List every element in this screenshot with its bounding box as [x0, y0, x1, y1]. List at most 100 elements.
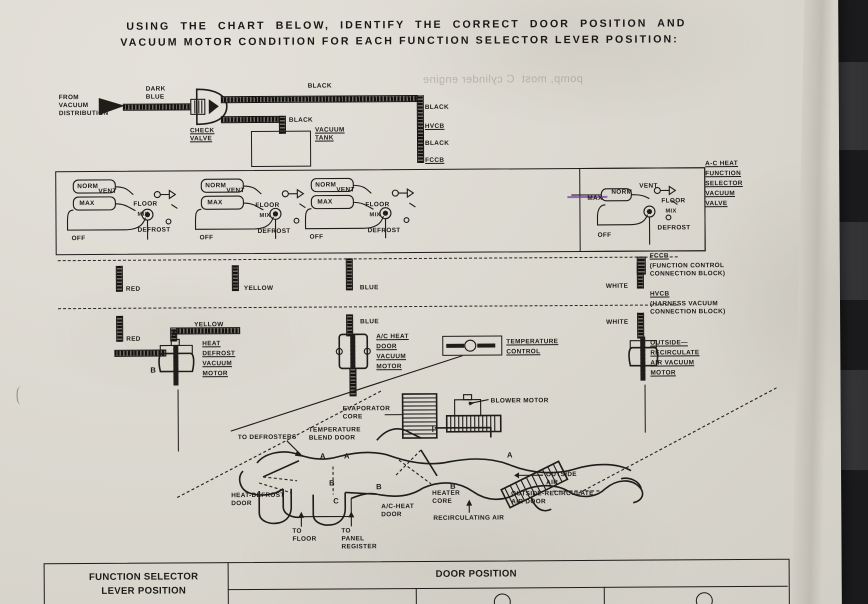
- selector2-max: MAX: [207, 199, 223, 207]
- door-mark-c: C: [333, 496, 340, 506]
- selector2-floor: FLOOR: [255, 201, 280, 209]
- outside-air-label: OUTSIDE AIR: [546, 471, 577, 487]
- selector2-vent: VENT: [226, 187, 245, 195]
- hvcb-short-label: HVCB: [424, 122, 445, 130]
- fccb-short-label: FCCB: [425, 156, 445, 164]
- selector3-floor: FLOOR: [365, 201, 390, 209]
- chart-sub-divider-1: [415, 588, 417, 604]
- selector2-norm: NORM: [205, 182, 227, 190]
- black-label-2: BLACK: [425, 139, 450, 147]
- outside-recirculate-air-door-label: OUTSIDE-RECIRCULATE AIR DOOR: [511, 489, 594, 506]
- color-red-upper: RED: [125, 285, 141, 293]
- recirculating-air-label: RECIRCULATING AIR: [433, 514, 505, 522]
- dark-blue-hose-label: DARK BLUE: [145, 85, 166, 101]
- chart-col-function-selector: FUNCTION SELECTOR LEVER POSITION: [88, 571, 199, 598]
- to-panel-register-label: TO PANEL REGISTER: [341, 527, 377, 551]
- evaporator-core-label: EVAPORATOR CORE: [342, 405, 391, 421]
- door-mark-a2: A: [343, 451, 350, 461]
- selector3-norm: NORM: [315, 181, 337, 189]
- chart-sub-divider-2: [603, 586, 605, 604]
- selector2-off: OFF: [199, 234, 214, 242]
- black-label-1: BLACK: [424, 103, 449, 111]
- color-red-lower: RED: [126, 335, 141, 343]
- temperature-blend-door-label: TEMPERATURE BLEND DOOR: [308, 426, 361, 442]
- selector1-floor: FLOOR: [133, 200, 158, 208]
- hose-blue-upper: [345, 258, 353, 291]
- selector3-vent: VENT: [336, 186, 355, 194]
- selector2-defrost: DEFROST: [257, 227, 291, 235]
- door-mark-b1: B: [329, 478, 335, 488]
- selector1-norm: NORM: [77, 182, 99, 191]
- dark-blue-hose: [122, 103, 191, 111]
- pencil-mark: [16, 386, 28, 405]
- selector4-floor: FLOOR: [661, 197, 686, 205]
- hose-yellow-upper: [231, 265, 239, 292]
- paper-sheet: pomp, most C cylinder engine USING THE C…: [0, 0, 842, 604]
- vacuum-tank: [250, 130, 312, 168]
- outside-air-leader: [514, 472, 544, 479]
- check-valve-label: CHECK VALVE: [189, 127, 215, 143]
- chart-cell-circle-2: [695, 592, 713, 604]
- door-mark-b2: B: [376, 482, 382, 492]
- motor1-port-b: B: [150, 365, 157, 375]
- evaporator-leader: [384, 414, 403, 416]
- black-hose-upper: [220, 94, 421, 104]
- selector4-off: OFF: [597, 231, 612, 239]
- color-blue-upper: BLUE: [359, 284, 379, 292]
- selector1-vent: VENT: [98, 187, 117, 195]
- selector4-mix: MIX: [665, 208, 677, 215]
- motor1-port-a: A: [171, 329, 178, 339]
- heat-defrost-vacuum-motor: [158, 338, 195, 386]
- temperature-control-detail: [446, 339, 496, 352]
- color-yellow-upper: YELLOW: [243, 284, 274, 293]
- hose-red-lower: [116, 315, 124, 342]
- selector1-off: OFF: [71, 235, 86, 243]
- selector-valve-title: A-C HEAT FUNCTION SELECTOR VACUUM VALVE: [705, 160, 743, 207]
- routing-dash-upper: [57, 256, 678, 262]
- heat-defrost-door-label: HEAT-DEFROST DOOR: [231, 491, 285, 507]
- fccb-expand-label: (FUNCTION CONTROL CONNECTION BLOCK): [649, 262, 726, 278]
- to-defrosters-leader: [286, 440, 303, 457]
- black-upper-label: BLACK: [307, 82, 332, 90]
- black-hose-tank: [220, 115, 283, 124]
- selector3-mix: MIX: [369, 212, 381, 219]
- routing-dash-lower: [58, 304, 679, 310]
- selector2-mix: MIX: [259, 212, 271, 219]
- hvcb-code-label: HVCB: [649, 290, 670, 298]
- chart-cell-circle-1: [493, 593, 511, 604]
- selector1-mix: MIX: [137, 211, 149, 218]
- duct-top-hoses: [376, 425, 492, 441]
- selector3-defrost: DEFROST: [367, 227, 401, 235]
- chart-col-door-position: DOOR POSITION: [435, 568, 517, 580]
- selector4-vent: VENT: [639, 182, 658, 190]
- selector4-norm: NORM: [611, 188, 633, 196]
- hvcb-expand-label: (HARNESS VACUUM CONNECTION BLOCK): [649, 300, 726, 316]
- door-mark-a3: A: [506, 450, 513, 460]
- selector4-defrost: DEFROST: [657, 224, 691, 232]
- ac-heat-door-label: A/C-HEAT DOOR: [381, 503, 415, 519]
- hose-yellow-to-motor: [174, 327, 241, 335]
- selector1-defrost: DEFROST: [137, 226, 171, 234]
- temperature-control-label: TEMPERATURE CONTROL: [506, 338, 559, 356]
- black-hose-upper-drop: [416, 94, 425, 163]
- blower-motor-label: BLOWER MOTOR: [490, 397, 549, 405]
- selector4-max: MAX: [587, 194, 603, 202]
- to-floor-label: TO FLOOR: [292, 527, 317, 543]
- fccb-block: [636, 256, 646, 275]
- heater-core-label: HEATER CORE: [432, 489, 461, 505]
- selector3-off: OFF: [309, 233, 324, 241]
- black-tank-label: BLACK: [288, 116, 314, 124]
- outside-recirculate-motor-label: OUTSIDE— RECIRCULATE AIR VACUUM MOTOR: [650, 339, 700, 377]
- selector3-max: MAX: [317, 198, 333, 206]
- color-white-lower: WHITE: [606, 318, 629, 326]
- page-title-line2: VACUUM MOTOR CONDITION FOR EACH FUNCTION…: [120, 33, 679, 49]
- blower-motor-leader: [468, 399, 489, 406]
- door-mark-a1: A: [319, 451, 326, 461]
- color-blue-lower: BLUE: [360, 318, 379, 326]
- selector1-max: MAX: [79, 199, 95, 208]
- photographed-page: H S L E pomp, most C cylinder engine USI…: [0, 0, 868, 604]
- bleed-through-text: pomp, most C cylinder engine: [422, 72, 583, 86]
- color-white-upper: WHITE: [605, 282, 629, 290]
- recirculating-air-arrow: [466, 499, 473, 513]
- fccb-code-label: FCCB: [649, 252, 669, 260]
